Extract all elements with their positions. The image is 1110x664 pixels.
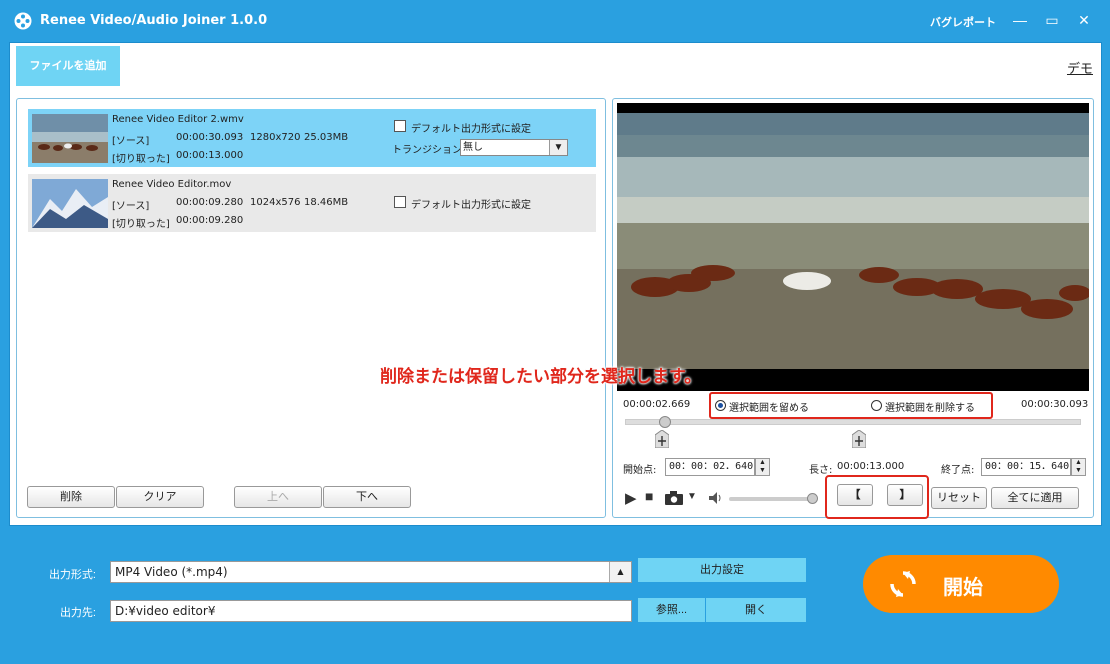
- preview-panel: 00:00:02.669 00:00:30.093 選択範囲を留める 選択範囲を…: [612, 98, 1094, 519]
- end-marker-icon[interactable]: [852, 430, 866, 448]
- output-destination-label: 出力先:: [59, 607, 96, 619]
- length-label: 長さ:: [809, 465, 833, 476]
- refresh-icon: [890, 571, 916, 597]
- end-point-input[interactable]: 00：00：15．640: [981, 458, 1071, 476]
- transition-value: 無し: [463, 142, 483, 153]
- move-up-button[interactable]: 上へ: [234, 486, 322, 508]
- stop-icon[interactable]: ■: [645, 488, 653, 504]
- minimize-button[interactable]: —: [1010, 10, 1030, 30]
- file-list-panel: Renee Video Editor 2.wmv [ソース] 00:00:30.…: [16, 98, 606, 518]
- output-settings-button[interactable]: 出力設定: [638, 558, 806, 582]
- app-title: Renee Video/Audio Joiner 1.0.0: [40, 13, 268, 28]
- resolution: 1024x576: [250, 197, 301, 208]
- camera-dropdown-icon[interactable]: ▼: [687, 491, 697, 502]
- length-value: 00:00:13.000: [837, 461, 905, 472]
- set-start-button[interactable]: 【: [837, 484, 873, 506]
- end-point-stepper[interactable]: ▲ ▼: [1071, 458, 1086, 476]
- film-reel-icon: [14, 12, 32, 30]
- volume-knob[interactable]: [807, 493, 818, 504]
- video-thumbnail: [32, 179, 108, 228]
- source-duration: 00:00:30.093: [176, 132, 244, 143]
- title-bar: Renee Video/Audio Joiner 1.0.0 バグレポート — …: [0, 0, 1110, 40]
- start-button-label: 開始: [943, 575, 983, 599]
- delete-selection-label: 選択範囲を削除する: [885, 403, 975, 414]
- keep-selection-label: 選択範囲を留める: [729, 403, 809, 414]
- playhead-knob[interactable]: [659, 416, 671, 428]
- file-size: 25.03MB: [304, 132, 349, 143]
- file-size: 18.46MB: [304, 197, 349, 208]
- cut-duration: 00:00:13.000: [176, 150, 244, 161]
- transition-select[interactable]: 無し ▼: [460, 139, 568, 156]
- start-button[interactable]: 開始: [863, 555, 1059, 613]
- chevron-down-icon: ▼: [549, 140, 567, 155]
- source-duration: 00:00:09.280: [176, 197, 244, 208]
- close-button[interactable]: ✕: [1074, 10, 1094, 30]
- video-preview: [617, 103, 1089, 391]
- set-end-button[interactable]: 】: [887, 484, 923, 506]
- bracket-button-group: 【 】: [825, 475, 929, 519]
- delete-button[interactable]: 削除: [27, 486, 115, 508]
- add-file-button[interactable]: ファイルを追加: [16, 46, 120, 86]
- timeline-track[interactable]: [625, 419, 1081, 425]
- cut-label: [切り取った]: [112, 154, 170, 165]
- volume-icon[interactable]: [709, 492, 723, 504]
- default-format-label: デフォルト出力形式に設定: [411, 200, 531, 211]
- chevron-up-icon: ▲: [609, 562, 631, 582]
- source-label: [ソース]: [112, 201, 150, 212]
- default-format-label: デフォルト出力形式に設定: [411, 124, 531, 135]
- cut-duration: 00:00:09.280: [176, 215, 244, 226]
- output-format-value: MP4 Video (*.mp4): [115, 565, 228, 579]
- move-down-button[interactable]: 下へ: [323, 486, 411, 508]
- file-name: Renee Video Editor.mov: [112, 179, 232, 190]
- bug-report-link[interactable]: バグレポート: [930, 14, 996, 30]
- play-icon[interactable]: ▶: [625, 489, 637, 507]
- cut-label: [切り取った]: [112, 219, 170, 230]
- resolution: 1280x720: [250, 132, 301, 143]
- apply-all-button[interactable]: 全てに適用: [991, 487, 1079, 509]
- camera-icon[interactable]: [665, 491, 683, 505]
- end-point-label: 終了点:: [941, 465, 975, 476]
- output-destination-input[interactable]: D:¥video editor¥: [110, 600, 632, 622]
- default-format-checkbox[interactable]: [394, 196, 406, 208]
- reset-button[interactable]: リセット: [931, 487, 987, 509]
- file-list-item[interactable]: Renee Video Editor 2.wmv [ソース] 00:00:30.…: [28, 109, 596, 167]
- volume-slider[interactable]: [729, 497, 813, 501]
- main-panel: ファイルを追加 デモ Renee Video Editor 2.wmv [ソース…: [9, 42, 1102, 526]
- transition-label: トランジション:: [392, 145, 466, 156]
- start-point-label: 開始点:: [623, 465, 657, 476]
- demo-link[interactable]: デモ: [1067, 58, 1093, 77]
- file-name: Renee Video Editor 2.wmv: [112, 114, 244, 125]
- browse-button[interactable]: 参照...: [638, 598, 705, 622]
- start-point-input[interactable]: 00：00：02．640: [665, 458, 755, 476]
- start-marker-icon[interactable]: [655, 430, 669, 448]
- output-format-label: 出力形式:: [48, 569, 96, 581]
- instruction-callout: 削除または保留したい部分を選択します。: [380, 367, 702, 387]
- keep-selection-radio[interactable]: [715, 400, 726, 411]
- total-time: 00:00:30.093: [1021, 399, 1089, 410]
- file-list-item[interactable]: Renee Video Editor.mov [ソース] 00:00:09.28…: [28, 174, 596, 232]
- output-format-select[interactable]: MP4 Video (*.mp4) ▲: [110, 561, 632, 583]
- start-point-stepper[interactable]: ▲ ▼: [755, 458, 770, 476]
- default-format-checkbox[interactable]: [394, 120, 406, 132]
- open-folder-button[interactable]: 開く: [706, 598, 806, 622]
- current-time: 00:00:02.669: [623, 399, 691, 410]
- clear-button[interactable]: クリア: [116, 486, 204, 508]
- video-thumbnail: [32, 114, 108, 163]
- maximize-button[interactable]: ▭: [1042, 10, 1062, 30]
- source-label: [ソース]: [112, 136, 150, 147]
- delete-selection-radio[interactable]: [871, 400, 882, 411]
- selection-mode-group: 選択範囲を留める 選択範囲を削除する: [709, 392, 993, 419]
